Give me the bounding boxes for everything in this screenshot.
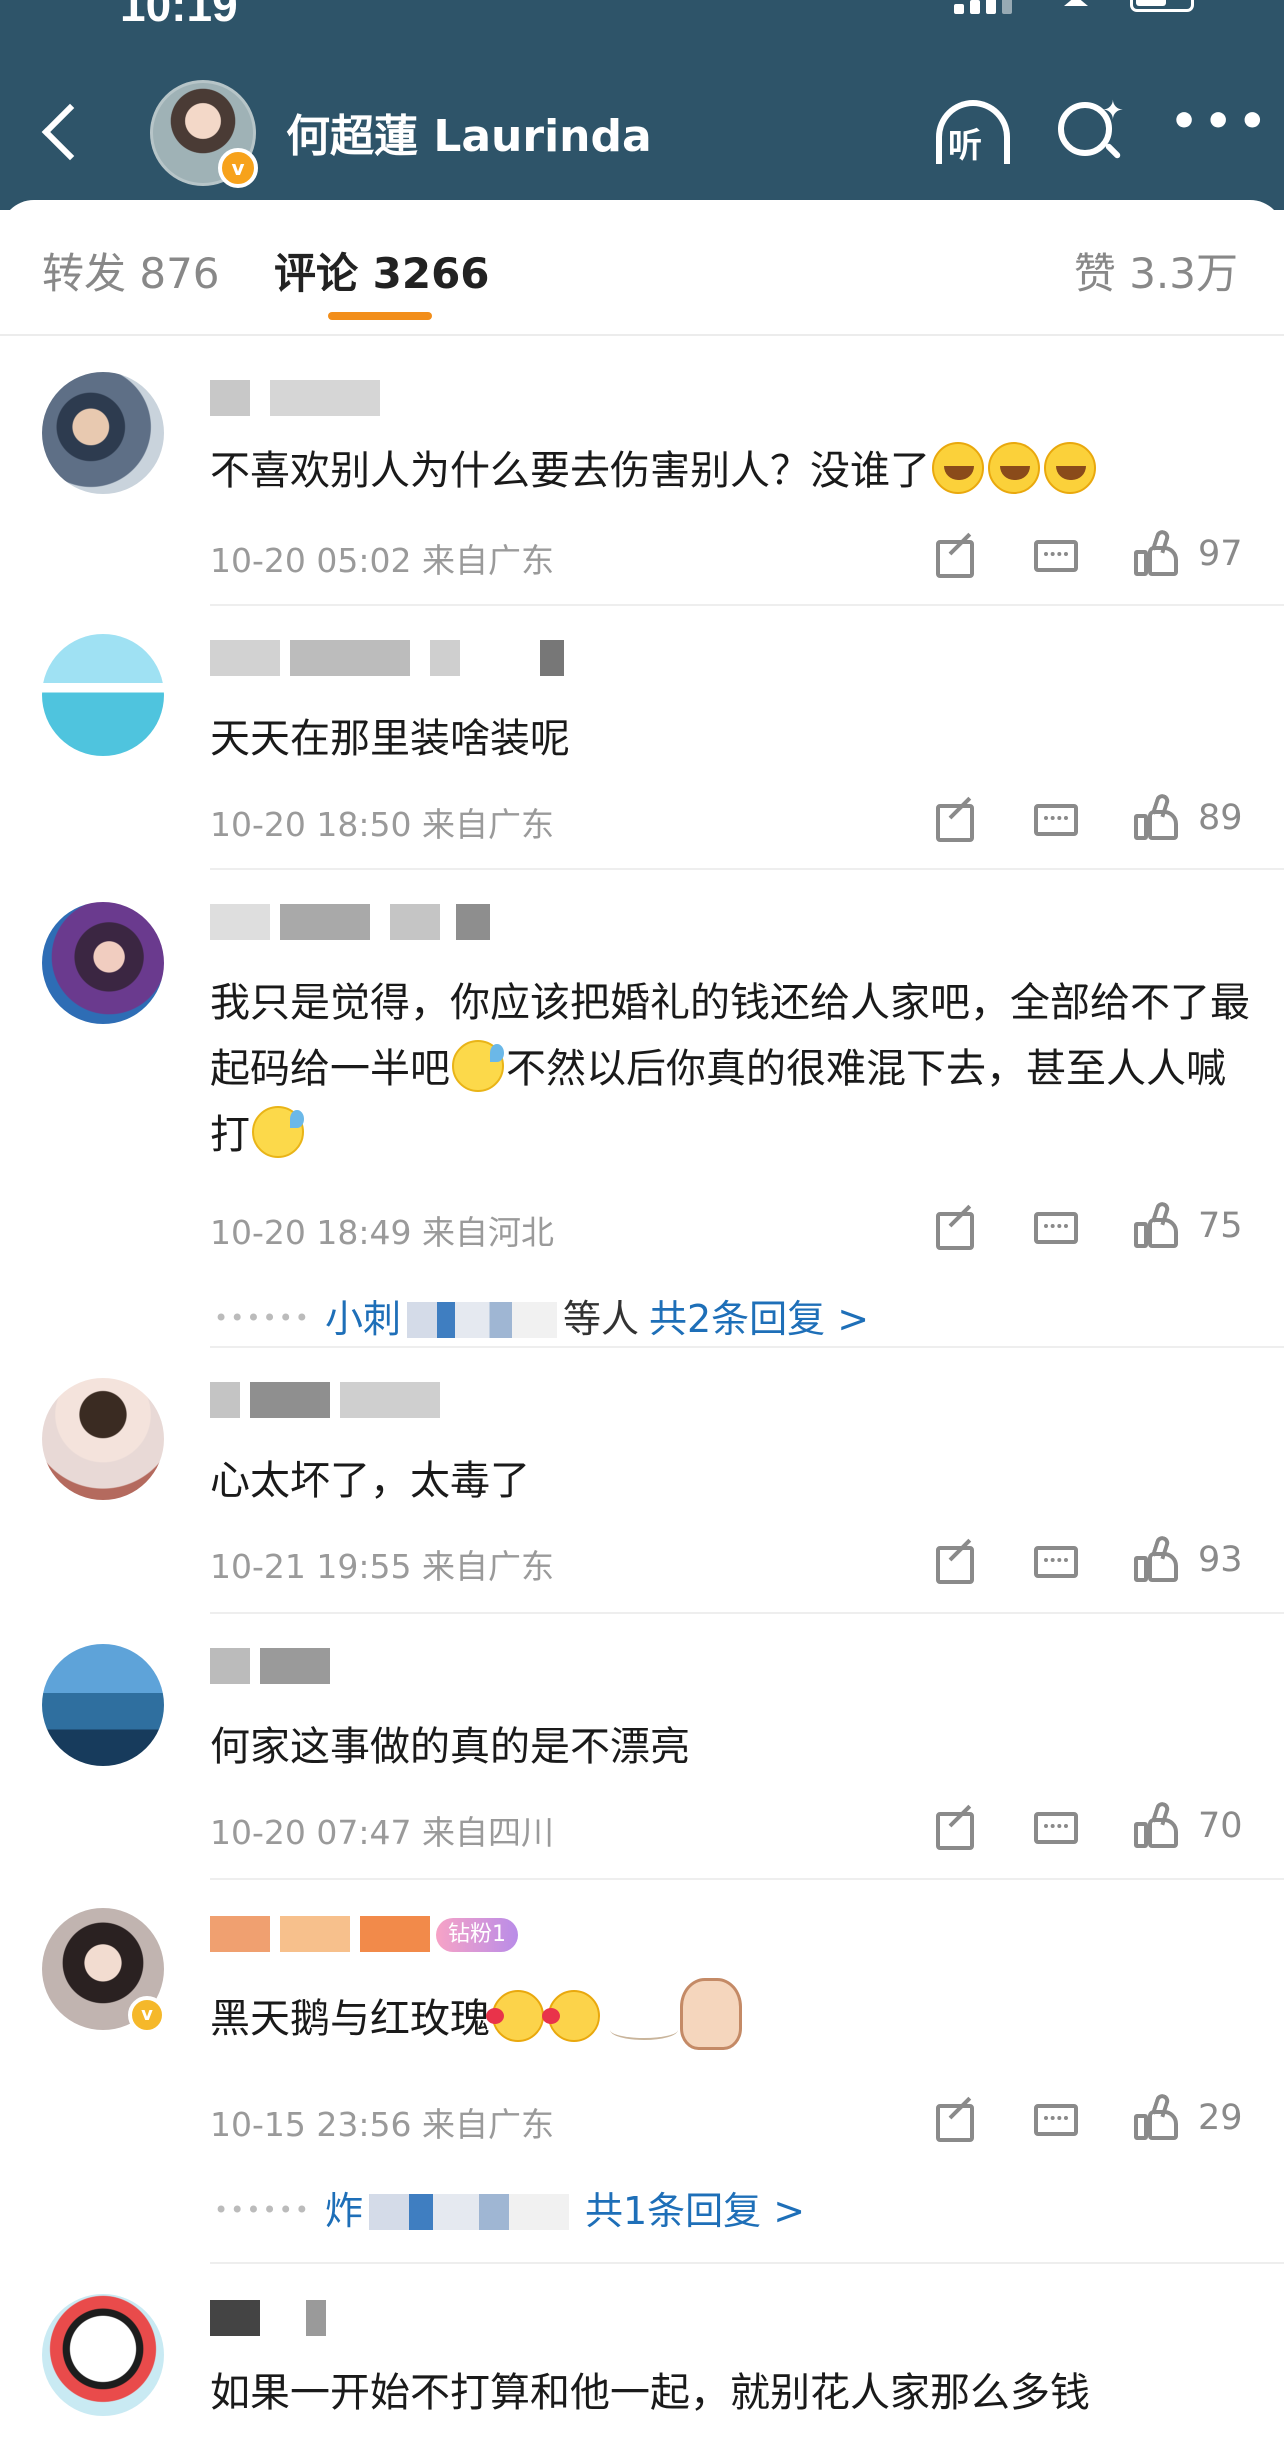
divider [210, 2262, 1284, 2264]
comment-icon[interactable] [1028, 1536, 1084, 1592]
like-icon[interactable] [1130, 790, 1186, 846]
search-sparkle-icon[interactable]: ✦ [1054, 96, 1126, 168]
comment-icon[interactable] [1028, 530, 1084, 586]
kiss-emoji [542, 1990, 600, 2042]
comment-text: 心太坏了，太毒了 [210, 1458, 530, 1504]
username-blurred[interactable] [210, 380, 380, 420]
avatar[interactable] [42, 902, 164, 1024]
avatar[interactable] [42, 2294, 164, 2416]
verified-icon: v [218, 148, 258, 188]
username-blurred[interactable] [210, 640, 610, 680]
more-button[interactable]: ••• [1170, 100, 1266, 154]
battery-icon [1130, 0, 1194, 12]
reply-dots: •••••• [214, 1304, 311, 1332]
comment-icon[interactable] [1028, 794, 1084, 850]
divider [210, 868, 1284, 870]
username-blurred[interactable] [210, 1382, 440, 1422]
comment-text: 黑天鹅与红玫瑰 [210, 1974, 1250, 2054]
comment-text: 天天在那里装啥装呢 [210, 716, 570, 762]
tab-likes[interactable]: 赞 3.3万 [1074, 240, 1238, 301]
like-count: 97 [1198, 534, 1243, 574]
comment-text: 如果一开始不打算和他一起，就别花人家那么多钱 [210, 2370, 1090, 2416]
verified-icon: v [128, 1996, 166, 2034]
signal-icon [954, 4, 964, 14]
username-blurred[interactable] [210, 1916, 430, 1956]
sweat-emoji [452, 1040, 504, 1092]
header-bar: 10:19 v 何超蓮 Laurinda 听 ✦ ••• [0, 0, 1284, 210]
view-replies-link[interactable]: 共2条回复 > [649, 1297, 869, 1341]
page-title[interactable]: 何超蓮 Laurinda [286, 100, 652, 164]
tab-repost[interactable]: 转发 876 [42, 240, 220, 301]
fan-badge: 钻粉1 [436, 1918, 518, 1952]
like-icon[interactable] [1130, 1198, 1186, 1254]
comment-time: 10-21 19:55 来自广东 [210, 1547, 554, 1586]
share-icon[interactable] [928, 2094, 984, 2150]
like-icon[interactable] [1130, 1798, 1186, 1854]
status-icons [954, 0, 1194, 14]
avatar[interactable] [42, 372, 164, 494]
share-icon[interactable] [928, 1802, 984, 1858]
comment-text: 不喜欢别人为什么要去伤害别人？没谁了 [210, 438, 1250, 504]
laugh-cry-emoji [1044, 442, 1096, 494]
tab-bar: 转发 876 评论 3266 赞 3.3万 [0, 200, 1284, 336]
blurred-names [368, 2194, 569, 2230]
avatar[interactable] [42, 1644, 164, 1766]
signal-bar [1002, 0, 1012, 14]
like-icon[interactable] [1130, 526, 1186, 582]
divider [210, 604, 1284, 606]
comment-icon[interactable] [1028, 2094, 1084, 2150]
sticker-image [610, 1974, 760, 2054]
reply-dots: •••••• [214, 2196, 311, 2224]
comment-text: 我只是觉得，你应该把婚礼的钱还给人家吧，全部给不了最起码给一半吧 不然以后你真的很… [210, 980, 1250, 1158]
reply-summary[interactable]: •••••• 小刺 等人 共2条回复 > [214, 1288, 869, 1343]
like-count: 93 [1198, 1540, 1243, 1580]
username-blurred[interactable] [210, 1648, 330, 1688]
comment-time: 10-20 07:47 来自四川 [210, 1813, 554, 1852]
tab-indicator [328, 312, 432, 320]
headphones-icon[interactable]: 听 [930, 96, 1016, 168]
comment-time: 10-15 23:56 来自广东 [210, 2105, 554, 2144]
like-icon[interactable] [1130, 1532, 1186, 1588]
comment-icon[interactable] [1028, 1802, 1084, 1858]
comment-time: 10-20 18:50 来自广东 [210, 805, 554, 844]
like-count: 89 [1198, 798, 1243, 838]
listen-label: 听 [948, 126, 982, 166]
view-replies-link[interactable]: 共1条回复 > [585, 2189, 805, 2233]
comment-time: 10-20 18:49 来自河北 [210, 1213, 554, 1252]
signal-bar [986, 0, 996, 14]
sweat-emoji [252, 1106, 304, 1158]
avatar[interactable] [42, 1378, 164, 1500]
comment-text: 何家这事做的真的是不漂亮 [210, 1724, 690, 1770]
username-blurred[interactable] [210, 2300, 330, 2340]
divider [210, 1346, 1284, 1348]
status-time: 10:19 [120, 0, 238, 31]
like-count: 29 [1198, 2098, 1243, 2138]
avatar[interactable] [42, 634, 164, 756]
laugh-cry-emoji [988, 442, 1040, 494]
like-icon[interactable] [1130, 2090, 1186, 2146]
kiss-emoji [486, 1990, 544, 2042]
tab-comments[interactable]: 评论 3266 [274, 240, 490, 301]
share-icon[interactable] [928, 794, 984, 850]
comment-time: 10-20 05:02 来自广东 [210, 541, 554, 580]
username-blurred[interactable] [210, 904, 490, 944]
like-count: 75 [1198, 1206, 1243, 1246]
divider [210, 1878, 1284, 1880]
comment-icon[interactable] [1028, 1202, 1084, 1258]
laugh-cry-emoji [932, 442, 984, 494]
blurred-names [406, 1302, 557, 1338]
divider [210, 1612, 1284, 1614]
wifi-icon [1064, 0, 1088, 6]
signal-bar [970, 0, 980, 14]
back-button[interactable] [28, 96, 98, 166]
share-icon[interactable] [928, 1536, 984, 1592]
like-count: 70 [1198, 1806, 1243, 1846]
share-icon[interactable] [928, 530, 984, 586]
reply-summary[interactable]: •••••• 炸共1条回复 > [214, 2180, 805, 2235]
share-icon[interactable] [928, 1202, 984, 1258]
